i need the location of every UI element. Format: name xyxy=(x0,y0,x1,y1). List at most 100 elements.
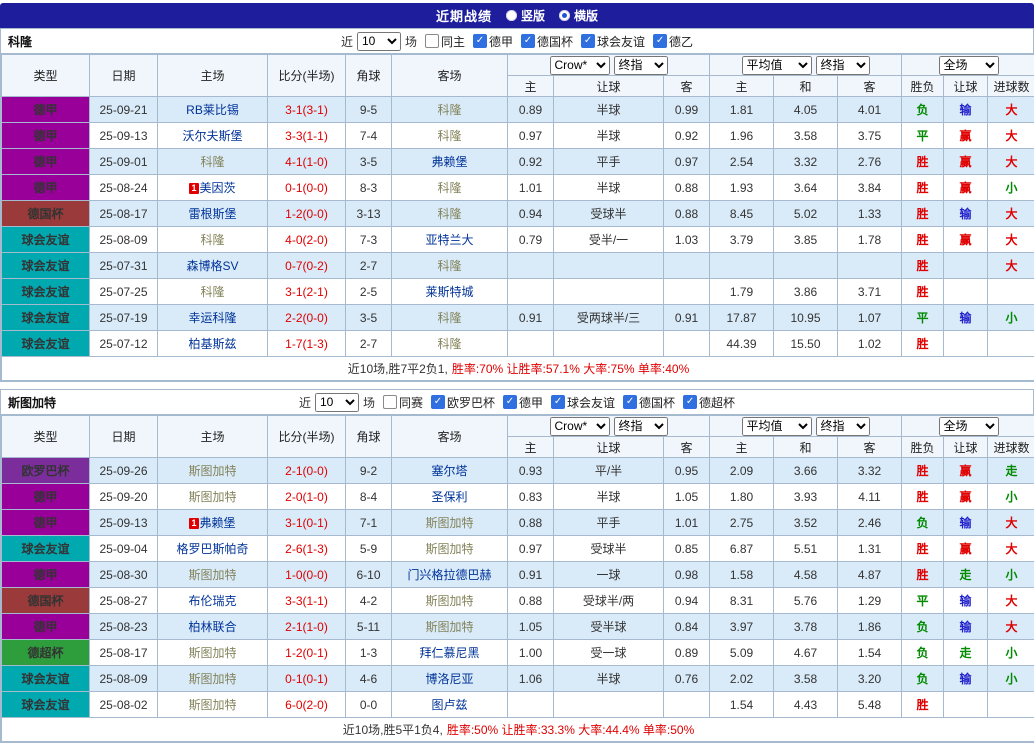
league-type-badge: 德甲 xyxy=(2,175,90,201)
away-team-name[interactable]: 圣保利 xyxy=(431,490,467,504)
home-team-name[interactable]: 斯图加特 xyxy=(188,568,236,582)
away-team-name[interactable]: 科隆 xyxy=(437,259,461,273)
avg-draw-odds: 3.58 xyxy=(774,666,838,692)
fulltime-select[interactable]: 全场 xyxy=(939,56,999,75)
games-count-select[interactable]: 10 xyxy=(315,393,359,412)
filter-checkbox[interactable]: ✓欧罗巴杯 xyxy=(431,394,495,411)
filter-checkbox[interactable]: ✓德国杯 xyxy=(521,33,573,50)
away-team-name[interactable]: 弗赖堡 xyxy=(431,155,467,169)
home-team-name[interactable]: 森博格SV xyxy=(186,259,238,273)
home-team-name[interactable]: 弗赖堡 xyxy=(200,516,236,530)
checkbox-checked-icon: ✓ xyxy=(551,395,565,409)
match-row: 球会友谊25-07-25科隆3-1(2-1)2-5莱斯特城1.793.863.7… xyxy=(2,279,1034,305)
away-team-name[interactable]: 斯图加特 xyxy=(425,542,473,556)
home-team-name[interactable]: 斯图加特 xyxy=(188,646,236,660)
away-team-name[interactable]: 科隆 xyxy=(437,181,461,195)
away-team-name[interactable]: 图卢兹 xyxy=(431,698,467,712)
filter-checkbox[interactable]: 同主 xyxy=(425,33,465,50)
away-team-name[interactable]: 博洛尼亚 xyxy=(425,672,473,686)
league-type-badge: 球会友谊 xyxy=(2,305,90,331)
avg-stage-select[interactable]: 终指 xyxy=(816,56,870,75)
filter-checkbox[interactable]: 同赛 xyxy=(383,394,423,411)
avg-draw-odds: 3.93 xyxy=(774,484,838,510)
home-team-name[interactable]: 雷根斯堡 xyxy=(188,207,236,221)
away-team-name[interactable]: 斯图加特 xyxy=(425,516,473,530)
filter-checkbox[interactable]: ✓德超杯 xyxy=(683,394,735,411)
match-date: 25-09-01 xyxy=(90,149,158,175)
result-outcome: 负 xyxy=(902,666,944,692)
filter-checkbox[interactable]: ✓德乙 xyxy=(653,33,693,50)
games-count-select[interactable]: 10 xyxy=(357,32,401,51)
away-team-name[interactable]: 斯图加特 xyxy=(425,620,473,634)
home-team-name[interactable]: 斯图加特 xyxy=(188,698,236,712)
handicap-home-odds: 1.01 xyxy=(508,175,554,201)
checkbox-checked-icon: ✓ xyxy=(503,395,517,409)
avg-away-odds: 4.01 xyxy=(838,97,902,123)
away-team-name[interactable]: 科隆 xyxy=(437,129,461,143)
away-team-name[interactable]: 莱斯特城 xyxy=(425,285,473,299)
home-team-name[interactable]: 沃尔夫斯堡 xyxy=(182,129,242,143)
away-team-name[interactable]: 门兴格拉德巴赫 xyxy=(407,568,491,582)
layout-radio-option[interactable]: 横版 xyxy=(559,7,598,24)
summary-cell: 近10场,胜5平1负4,胜率:50% 让胜率:33.3% 大率:44.4% 单率… xyxy=(2,718,1034,742)
odds-source-select[interactable]: Crow* xyxy=(550,417,610,436)
home-team-name[interactable]: 斯图加特 xyxy=(188,490,236,504)
odds-stage-select[interactable]: 终指 xyxy=(614,56,668,75)
odds-source-select[interactable]: Crow* xyxy=(550,56,610,75)
home-team-name[interactable]: 斯图加特 xyxy=(188,672,236,686)
away-team-name[interactable]: 科隆 xyxy=(437,103,461,117)
home-team-name[interactable]: 科隆 xyxy=(200,233,224,247)
result-handicap: 赢 xyxy=(944,536,988,562)
corners-cell: 7-4 xyxy=(346,123,392,149)
odds-stage-select[interactable]: 终指 xyxy=(614,417,668,436)
away-team-cell: 科隆 xyxy=(392,305,508,331)
home-team-name[interactable]: 斯图加特 xyxy=(188,464,236,478)
filter-checkbox[interactable]: ✓德甲 xyxy=(503,394,543,411)
filter-checkbox[interactable]: ✓德国杯 xyxy=(623,394,675,411)
radio-selected-icon xyxy=(559,10,570,21)
checkbox-label: 德甲 xyxy=(519,394,543,411)
radio-label: 竖版 xyxy=(521,7,545,24)
home-team-name[interactable]: 幸运科隆 xyxy=(188,311,236,325)
filter-checkbox[interactable]: ✓球会友谊 xyxy=(581,33,645,50)
avg-source-select[interactable]: 平均值 xyxy=(742,417,812,436)
avg-draw-odds: 4.67 xyxy=(774,640,838,666)
handicap-line: 半球 xyxy=(554,484,664,510)
filter-checkbox[interactable]: ✓球会友谊 xyxy=(551,394,615,411)
away-team-name[interactable]: 科隆 xyxy=(437,337,461,351)
away-team-name[interactable]: 科隆 xyxy=(437,207,461,221)
home-team-name[interactable]: 科隆 xyxy=(200,155,224,169)
layout-radio-option[interactable]: 竖版 xyxy=(506,7,545,24)
avg-draw-odds: 5.02 xyxy=(774,201,838,227)
home-team-name[interactable]: 布伦瑞克 xyxy=(188,594,236,608)
away-team-name[interactable]: 斯图加特 xyxy=(425,594,473,608)
avg-stage-select[interactable]: 终指 xyxy=(816,417,870,436)
league-type-badge: 德甲 xyxy=(2,123,90,149)
home-team-name[interactable]: 美因茨 xyxy=(200,181,236,195)
away-team-name[interactable]: 亚特兰大 xyxy=(425,233,473,247)
handicap-away-odds xyxy=(664,331,710,357)
away-team-name[interactable]: 科隆 xyxy=(437,311,461,325)
result-outcome: 胜 xyxy=(902,536,944,562)
home-team-name[interactable]: 柏基斯兹 xyxy=(188,337,236,351)
filter-checkbox[interactable]: ✓德甲 xyxy=(473,33,513,50)
home-team-cell: 森博格SV xyxy=(158,253,268,279)
home-team-name[interactable]: 科隆 xyxy=(200,285,224,299)
match-row: 德甲25-09-21RB莱比锡3-1(3-1)9-5科隆0.89半球0.991.… xyxy=(2,97,1034,123)
match-date: 25-07-19 xyxy=(90,305,158,331)
home-team-name[interactable]: 格罗巴斯帕奇 xyxy=(176,542,248,556)
handicap-line: 平/半 xyxy=(554,458,664,484)
score-cell: 3-1(0-1) xyxy=(268,510,346,536)
avg-away-odds: 2.76 xyxy=(838,149,902,175)
away-team-name[interactable]: 拜仁慕尼黑 xyxy=(419,646,479,660)
fulltime-select[interactable]: 全场 xyxy=(939,417,999,436)
home-team-cell: 科隆 xyxy=(158,227,268,253)
checkbox-label: 同主 xyxy=(441,33,465,50)
away-team-name[interactable]: 塞尔塔 xyxy=(431,464,467,478)
away-team-cell: 科隆 xyxy=(392,331,508,357)
avg-source-select[interactable]: 平均值 xyxy=(742,56,812,75)
checkbox-checked-icon: ✓ xyxy=(473,34,487,48)
home-team-name[interactable]: 柏林联合 xyxy=(188,620,236,634)
result-handicap: 赢 xyxy=(944,458,988,484)
home-team-name[interactable]: RB莱比锡 xyxy=(186,103,239,117)
